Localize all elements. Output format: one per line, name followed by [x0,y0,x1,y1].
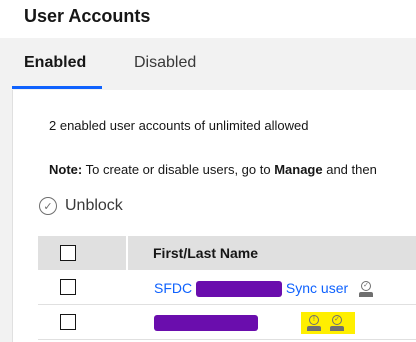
note-text: Note: To create or disable users, go to … [49,162,377,177]
check-circle-icon: ✓ [39,197,57,215]
tab-disabled[interactable]: Disabled [134,54,196,86]
unblock-button[interactable]: ✓ Unblock [39,197,123,215]
note-text-before: To create or disable users, go to [82,162,275,177]
header-checkbox-cell [38,236,128,270]
user-check-icon: ✓ [329,315,345,331]
user-check-icon: ✓ [358,281,374,298]
account-summary: 2 enabled user accounts of unlimited all… [49,118,309,133]
left-gutter [0,90,12,342]
select-all-checkbox[interactable] [60,245,76,261]
table-header: First/Last Name [38,236,416,270]
table-row: ! ✓ [38,305,416,340]
user-name-link[interactable] [154,314,258,332]
table-row: SFDC Sync user ✓ [38,270,416,305]
note-label: Note: [49,162,83,177]
user-name-prefix: SFDC [154,280,193,296]
tab-bar: Enabled Disabled [0,38,416,90]
note-manage: Manage [274,162,323,177]
row-checkbox[interactable] [60,314,76,330]
redaction-mark [154,315,258,332]
tab-enabled[interactable]: Enabled [24,54,86,86]
active-tab-indicator [12,86,102,89]
user-name-link[interactable]: SFDC Sync user ✓ [154,280,374,298]
page-title: User Accounts [24,6,151,26]
user-name-suffix: Sync user [285,280,349,296]
unblock-label: Unblock [65,197,123,214]
row-checkbox[interactable] [60,279,76,295]
column-header-name[interactable]: First/Last Name [153,245,258,261]
note-text-after: and then [322,162,377,177]
redaction-mark [196,281,283,298]
user-alert-icon: ! [306,315,322,331]
